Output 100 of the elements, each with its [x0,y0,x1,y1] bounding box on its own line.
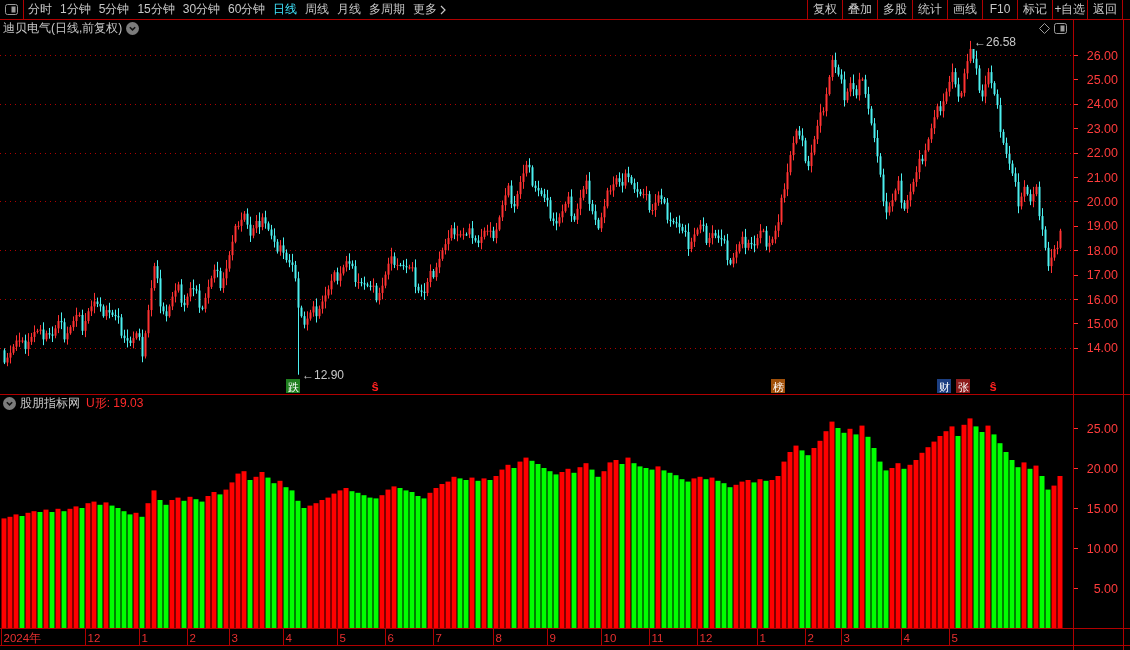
bar [925,447,931,628]
axis-label: 18.00 [1086,243,1118,258]
toolbar-button[interactable]: 统计 [912,0,947,19]
bar [163,504,169,628]
bar [73,506,79,628]
period-tab[interactable]: 30分钟 [178,0,225,19]
bar [751,482,757,628]
more-button[interactable]: 更多 [409,0,451,19]
bar [853,434,859,628]
period-tab[interactable]: 60分钟 [224,0,270,19]
axis-label: 11 [651,632,664,644]
axis-label: 25.00 [1086,72,1118,87]
bar [457,478,463,628]
bar [997,443,1003,628]
bar [823,431,829,628]
bar [1,518,7,628]
chevron-down-icon[interactable] [3,397,16,410]
indicator-reading: U形: 19.03 [86,395,144,412]
chevron-right-icon [440,4,447,15]
bar [133,512,139,628]
bar [67,508,73,628]
bar [19,516,25,628]
axis-label: 2 [189,632,196,644]
bar [913,460,919,628]
bar [199,501,205,628]
bar [1039,476,1045,628]
bar [847,428,853,628]
bar [559,472,565,628]
bar [811,448,817,628]
bar [835,428,841,628]
bar [673,475,679,628]
bar [241,471,247,628]
bar [1051,485,1057,628]
bar [91,501,97,628]
bar [523,457,529,628]
toolbar-button[interactable]: +自选 [1052,0,1087,19]
bar [871,448,877,628]
bar [733,484,739,628]
bar [739,481,745,628]
bar [799,450,805,628]
period-tab[interactable]: 日线 [269,0,302,19]
axis-label: 3 [843,632,850,644]
bar [703,479,709,628]
bar [337,490,343,628]
bar [307,505,313,628]
bar [439,484,445,628]
bar [895,463,901,628]
bar [949,426,955,628]
bar [145,503,151,628]
price-label: ←26.58 [974,36,1017,49]
axis-label: 15.00 [1086,501,1118,516]
bar [679,479,685,628]
bar [235,473,241,628]
period-tab[interactable]: 月线 [333,0,366,19]
toolbar-button[interactable]: 标记 [1017,0,1052,19]
bar [187,496,193,628]
toolbar-button[interactable]: 返回 [1087,0,1122,19]
toolbar-button[interactable]: 画线 [947,0,982,19]
toolbar-button[interactable]: F10 [982,0,1017,19]
bar [139,516,145,628]
period-tab[interactable]: 15分钟 [133,0,179,19]
bar [79,508,85,628]
bar [589,469,595,628]
panel-toggle-icon[interactable] [1054,22,1067,34]
chevron-down-icon[interactable] [126,21,140,35]
period-tab[interactable]: 分时 [24,0,56,19]
bar [217,494,223,628]
period-tab[interactable]: 5分钟 [94,0,134,19]
period-tab[interactable]: 1分钟 [56,0,95,19]
bar [271,483,277,628]
bar [607,462,613,628]
axis-label: 5 [339,632,346,644]
bar [595,476,601,628]
axis-label: 6 [387,632,394,644]
bar [643,468,649,628]
bar [637,466,643,628]
period-tab[interactable]: 多周期 [365,0,410,19]
bar [721,483,727,628]
period-tab[interactable]: 周线 [301,0,334,19]
bar [295,500,301,628]
bar [157,500,163,628]
bar [415,496,421,628]
bar [1003,452,1009,628]
axis-label: 14.00 [1086,341,1118,356]
bar [889,468,895,628]
bar [181,500,187,628]
bar [979,432,985,628]
toolbar-button[interactable]: 叠加 [842,0,877,19]
toolbar-button[interactable]: 多股 [877,0,912,19]
axis-label: 1 [141,632,148,644]
bar [781,461,787,628]
bar [841,432,847,628]
axis-label: 15.00 [1086,316,1118,331]
bar [487,480,493,628]
bar [571,472,577,628]
toolbar-button[interactable]: 复权 [807,0,842,19]
bar [211,492,217,628]
bar [319,500,325,628]
bar [379,495,385,628]
diamond-icon[interactable] [1039,22,1050,34]
